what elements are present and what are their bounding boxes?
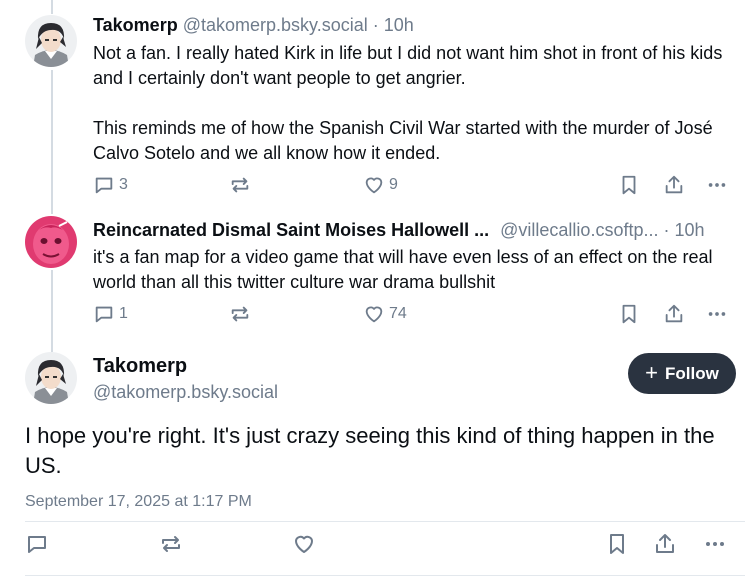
author-name[interactable]: Reincarnated Dismal Saint Moises Hallowe… xyxy=(93,220,489,240)
post-header: Takomerp @takomerp.bsky.social · 10h xyxy=(93,14,414,36)
bookmark-icon xyxy=(618,303,640,325)
thread-line xyxy=(51,270,53,352)
post-actions: 3 9 xyxy=(93,174,745,200)
share-button[interactable] xyxy=(663,174,685,196)
bookmark-button[interactable] xyxy=(618,303,640,325)
avatar[interactable] xyxy=(25,216,77,268)
share-icon xyxy=(663,303,685,325)
ellipsis-icon xyxy=(703,532,727,556)
more-options-button[interactable] xyxy=(703,532,727,556)
post-paragraph: Not a fan. I really hated Kirk in life b… xyxy=(93,43,723,88)
speech-bubble-icon xyxy=(93,174,115,196)
bookmark-icon xyxy=(618,174,640,196)
reply-button[interactable]: 1 xyxy=(93,303,128,325)
speech-bubble-icon xyxy=(93,303,115,325)
separator-dot: · xyxy=(372,15,379,35)
divider xyxy=(25,575,745,576)
post-paragraph: it's a fan map for a video game that wil… xyxy=(93,247,713,292)
author-name[interactable]: Takomerp xyxy=(93,15,178,35)
follow-button[interactable]: + Follow xyxy=(628,353,736,394)
more-options-button[interactable] xyxy=(706,303,728,325)
repost-button[interactable] xyxy=(229,303,251,325)
bookmark-icon xyxy=(605,532,629,556)
heart-icon xyxy=(363,303,385,325)
post-time[interactable]: 10h xyxy=(384,15,414,35)
post-text: I hope you're right. It's just crazy see… xyxy=(25,423,715,478)
heart-icon xyxy=(363,174,385,196)
post-time[interactable]: 10h xyxy=(675,220,705,240)
like-button[interactable]: 74 xyxy=(363,303,407,325)
avatar[interactable] xyxy=(25,352,77,404)
like-count: 74 xyxy=(389,305,407,322)
post-text: it's a fan map for a video game that wil… xyxy=(93,245,743,295)
repost-arrows-icon xyxy=(229,174,251,196)
post-actions xyxy=(25,530,745,558)
separator-dot: · xyxy=(663,220,670,240)
heart-icon xyxy=(292,532,316,556)
repost-arrows-icon xyxy=(159,532,183,556)
post-paragraph: This reminds me of how the Spanish Civil… xyxy=(93,118,713,163)
follow-label: Follow xyxy=(665,363,719,383)
speech-bubble-icon xyxy=(25,532,49,556)
more-options-button[interactable] xyxy=(706,174,728,196)
author-handle[interactable]: @takomerp.bsky.social xyxy=(183,15,368,35)
ellipsis-icon xyxy=(706,174,728,196)
like-button[interactable]: 9 xyxy=(363,174,398,196)
post-actions: 1 74 xyxy=(93,303,745,329)
thread-line xyxy=(51,70,53,214)
repost-arrows-icon xyxy=(229,303,251,325)
post-header: Reincarnated Dismal Saint Moises Hallowe… xyxy=(93,219,705,241)
divider xyxy=(25,521,745,522)
post-date: September 17, 2025 at 1:17 PM xyxy=(25,493,252,510)
like-button[interactable] xyxy=(292,532,316,556)
repost-button[interactable] xyxy=(159,532,183,556)
repost-button[interactable] xyxy=(229,174,251,196)
post-text: Not a fan. I really hated Kirk in life b… xyxy=(93,41,743,166)
share-icon xyxy=(663,174,685,196)
bookmark-button[interactable] xyxy=(605,532,629,556)
bookmark-button[interactable] xyxy=(618,174,640,196)
reply-button[interactable]: 3 xyxy=(93,174,128,196)
share-button[interactable] xyxy=(663,303,685,325)
thread-line xyxy=(51,0,53,14)
author-name[interactable]: Takomerp xyxy=(93,355,187,378)
author-handle[interactable]: @takomerp.bsky.social xyxy=(93,382,278,403)
ellipsis-icon xyxy=(706,303,728,325)
share-button[interactable] xyxy=(653,532,677,556)
author-handle[interactable]: @villecallio.csoftp... xyxy=(500,220,658,240)
reply-count: 3 xyxy=(119,176,128,193)
avatar[interactable] xyxy=(25,15,77,67)
like-count: 9 xyxy=(389,176,398,193)
share-icon xyxy=(653,532,677,556)
plus-icon: + xyxy=(645,359,659,385)
reply-count: 1 xyxy=(119,305,128,322)
reply-button[interactable] xyxy=(25,532,49,556)
